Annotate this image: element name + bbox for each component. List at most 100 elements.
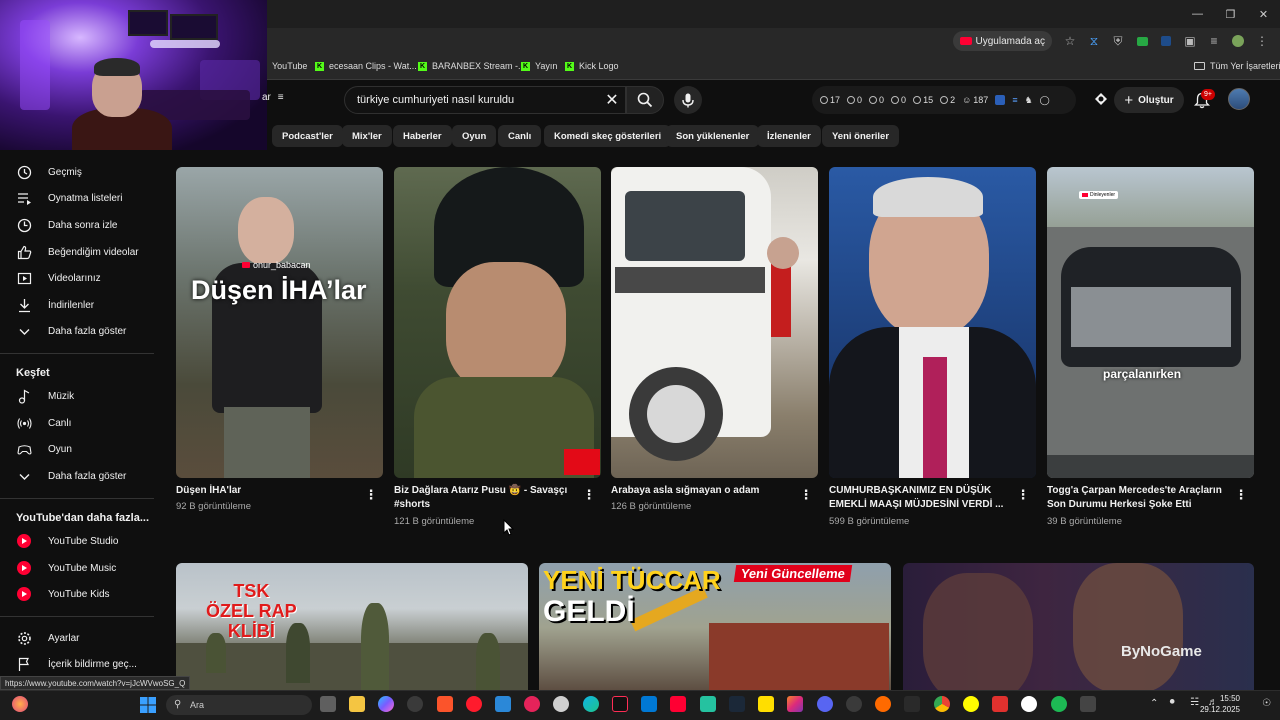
video-thumbnail[interactable] xyxy=(829,167,1036,478)
video-thumbnail[interactable]: YENİ TÜCCAR GELDİ Yeni Güncelleme xyxy=(539,563,891,693)
chip-podcasts[interactable]: Podcast'ler xyxy=(272,125,343,147)
windows-start-icon[interactable] xyxy=(140,697,156,713)
task-view-icon[interactable] xyxy=(320,696,336,712)
brave-icon[interactable] xyxy=(437,696,453,712)
chrome-alt-icon[interactable] xyxy=(553,696,569,712)
media-player-icon[interactable] xyxy=(524,696,540,712)
create-button[interactable]: + Oluştur xyxy=(1114,87,1184,113)
copilot-icon[interactable] xyxy=(378,696,394,712)
video-thumbnail[interactable]: TSK ÖZEL RAP KLİBİ xyxy=(176,563,528,693)
voice-search-button[interactable] xyxy=(674,86,702,114)
discord-icon[interactable] xyxy=(817,696,833,712)
chip-gaming[interactable]: Oyun xyxy=(452,125,497,147)
chrome-icon[interactable] xyxy=(934,696,950,712)
steam-icon[interactable] xyxy=(729,696,745,712)
clear-search-icon[interactable]: ✕ xyxy=(600,88,624,112)
sidebar-item-watch-later[interactable]: Daha sonra izle xyxy=(0,212,150,238)
star-icon[interactable]: ☆ xyxy=(1058,31,1082,51)
filter-toggle[interactable]: ar ≡ xyxy=(262,92,284,103)
sidebar-item-settings[interactable]: Ayarlar xyxy=(0,625,150,651)
sidebar-item-history[interactable]: Geçmiş xyxy=(0,159,150,185)
origin-icon[interactable] xyxy=(875,696,891,712)
sidebar-item-liked[interactable]: Beğendiğim videolar xyxy=(0,239,150,265)
chip-comedy[interactable]: Komedi skeç gösterileri xyxy=(544,125,672,147)
bookmark-ecesaan[interactable]: K ecesaan Clips - Wat... xyxy=(315,61,417,71)
avatar[interactable] xyxy=(1228,88,1250,110)
puzzle-icon[interactable]: ▣ xyxy=(1178,31,1202,51)
edge-icon[interactable] xyxy=(583,696,599,712)
yellow-app-icon[interactable] xyxy=(758,696,774,712)
chip-live[interactable]: Canlı xyxy=(498,125,542,147)
more-options-icon[interactable]: ⋮ xyxy=(365,487,378,503)
open-in-app-button[interactable]: Uygulamada aç xyxy=(952,31,1052,51)
search-button[interactable] xyxy=(626,86,664,114)
more-options-icon[interactable]: ⋮ xyxy=(1017,487,1030,503)
video-title[interactable]: Biz Dağlara Atarız Pusu 🤠 - Savaşçı #sho… xyxy=(394,484,574,512)
search-input[interactable]: türkiye cumhuriyeti nasıl kuruldu xyxy=(344,86,626,114)
sidebar-item-report[interactable]: İçerik bildirme geç... xyxy=(0,651,150,677)
restore-icon[interactable]: ❐ xyxy=(1214,0,1247,28)
video-thumbnail[interactable]: Dinleyenler parçalanırken xyxy=(1047,167,1254,478)
video-thumbnail[interactable]: ByNoGame xyxy=(903,563,1254,693)
snapchat-icon[interactable] xyxy=(963,696,979,712)
extension-audio-icon[interactable]: ⧖ xyxy=(1082,31,1106,51)
chip-recent[interactable]: Son yüklenenler xyxy=(666,125,760,147)
bookmark-kick-logo[interactable]: K Kick Logo xyxy=(565,61,619,71)
video-title[interactable]: Düşen İHA'lar xyxy=(176,484,356,498)
video-thumbnail[interactable] xyxy=(394,167,601,478)
notification-center-icon[interactable]: ☉ xyxy=(1262,698,1271,709)
yandex-icon[interactable] xyxy=(1021,696,1037,712)
extension-puzzle-icon[interactable] xyxy=(1092,90,1110,108)
whatsapp-icon[interactable] xyxy=(700,696,716,712)
openai-icon[interactable] xyxy=(407,696,423,712)
sidebar-show-more[interactable]: Daha fazla göster xyxy=(0,318,150,344)
extension-stats-bar[interactable]: 17 0 0 0 15 2 ☺ 187 ≡ ♞ ◯ xyxy=(812,86,1076,114)
speedometer-icon[interactable] xyxy=(846,696,862,712)
video-title[interactable]: Togg'a Çarpan Mercedes'te Araçların Son … xyxy=(1047,484,1227,512)
more-options-icon[interactable]: ⋮ xyxy=(583,487,596,503)
shield-icon[interactable]: ⛨ xyxy=(1106,31,1130,51)
outlook-icon[interactable] xyxy=(641,696,657,712)
taskbar-search-input[interactable]: Ara xyxy=(166,695,312,715)
minimize-icon[interactable]: — xyxy=(1181,0,1214,28)
system-clock[interactable]: 15:50 29.12.2025 xyxy=(1200,693,1240,715)
all-bookmarks[interactable]: Tüm Yer İşaretleri xyxy=(1194,61,1280,71)
extension-blue-icon[interactable] xyxy=(1154,31,1178,51)
tray-chevron-icon[interactable]: ⌃ xyxy=(1150,698,1158,709)
sidebar-item-studio[interactable]: YouTube Studio xyxy=(0,528,150,554)
sidebar-item-downloads[interactable]: İndirilenler xyxy=(0,292,150,318)
chip-watched[interactable]: İzlenenler xyxy=(757,125,821,147)
close-icon[interactable]: ✕ xyxy=(1247,0,1280,28)
sidebar-item-playlists[interactable]: Oynatma listeleri xyxy=(0,185,150,211)
more-options-icon[interactable]: ⋮ xyxy=(1235,487,1248,503)
network-icon[interactable]: ☵ xyxy=(1190,697,1199,708)
sidebar-item-music-app[interactable]: YouTube Music xyxy=(0,555,150,581)
sidebar-item-music[interactable]: Müzik xyxy=(0,383,150,409)
chip-mixes[interactable]: Mix'ler xyxy=(342,125,392,147)
video-thumbnail[interactable]: onur_babacan Düşen İHA’lar xyxy=(176,167,383,478)
extension-green-icon[interactable] xyxy=(1130,31,1154,51)
more-options-icon[interactable]: ⋮ xyxy=(800,487,813,503)
file-explorer-icon[interactable] xyxy=(349,696,365,712)
bookmark-baranbex[interactable]: K BARANBEX Stream -... xyxy=(418,61,526,71)
instagram-icon[interactable] xyxy=(787,696,803,712)
app-icon[interactable] xyxy=(1080,696,1096,712)
profile-icon[interactable] xyxy=(1226,31,1250,51)
video-title[interactable]: Arabaya asla sığmayan o adam xyxy=(611,484,791,498)
sidebar-item-live[interactable]: Canlı xyxy=(0,410,150,436)
spotify-icon[interactable] xyxy=(1051,696,1067,712)
youtube-icon[interactable] xyxy=(670,696,686,712)
weather-widget-icon[interactable] xyxy=(12,696,28,712)
sidebar-item-your-videos[interactable]: Videolarınız xyxy=(0,265,150,291)
more-menu-icon[interactable]: ⋮ xyxy=(1250,31,1274,51)
chip-news[interactable]: Haberler xyxy=(393,125,452,147)
bookmark-youtube[interactable]: YouTube xyxy=(272,61,307,71)
store-icon[interactable] xyxy=(495,696,511,712)
microphone-icon[interactable]: ⚫ xyxy=(1168,697,1176,708)
bookmark-yayin[interactable]: K Yayın xyxy=(521,61,557,71)
chip-new-suggestions[interactable]: Yeni öneriler xyxy=(822,125,900,147)
sidebar-explore-show-more[interactable]: Daha fazla göster xyxy=(0,463,150,489)
epic-games-icon[interactable] xyxy=(904,696,920,712)
shield-app-icon[interactable] xyxy=(992,696,1008,712)
video-thumbnail[interactable] xyxy=(611,167,818,478)
